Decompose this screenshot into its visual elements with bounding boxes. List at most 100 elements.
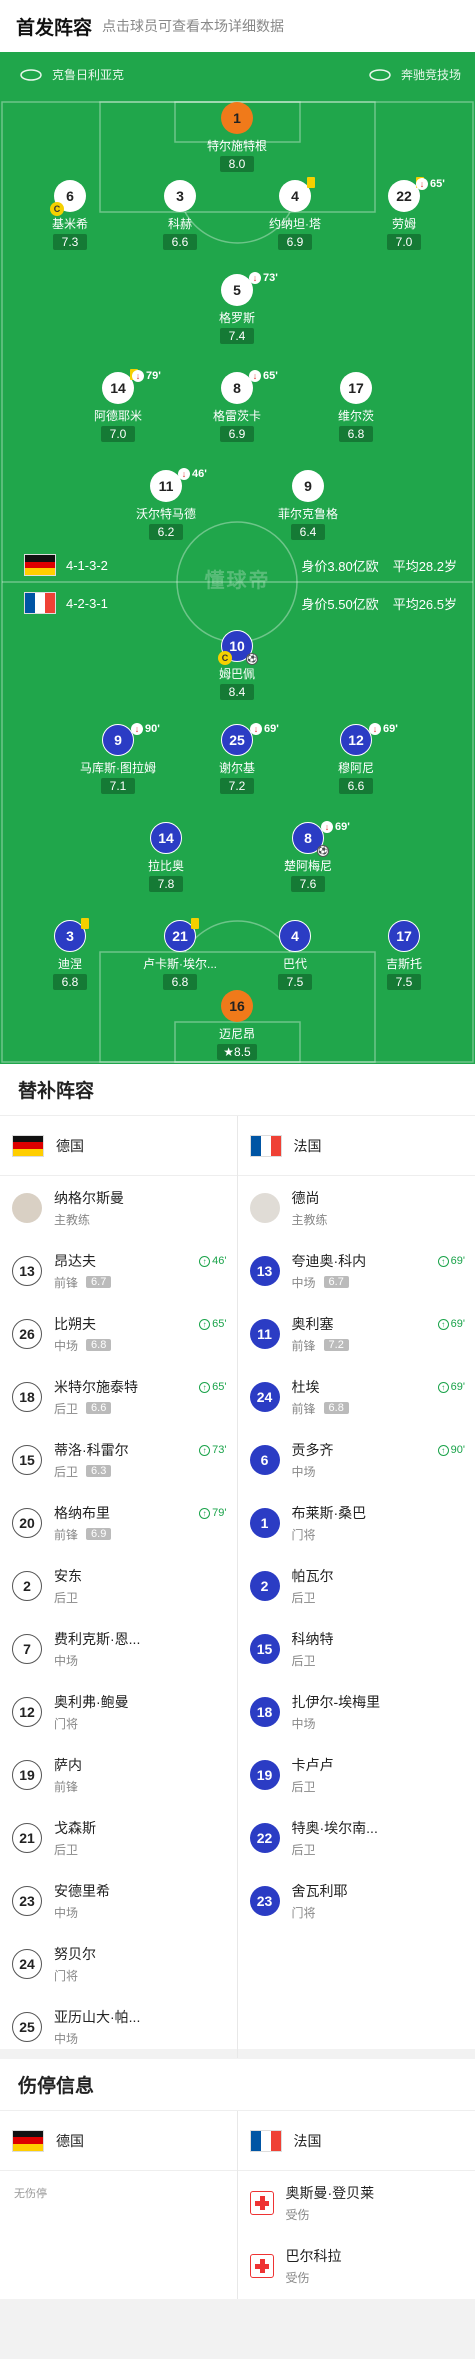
sub-player-name: 努贝尔 xyxy=(54,1945,96,1962)
sub-player-name: 特奥·埃尔南... xyxy=(291,1819,378,1836)
away-value-label: 身价5.50亿欧 xyxy=(301,597,379,612)
player-rating: 8.4 xyxy=(220,684,254,700)
sub-player-name: 杜埃 xyxy=(291,1378,320,1395)
home-formation: 4-1-3-2 xyxy=(24,554,108,576)
sub-player-row[interactable]: 11 奥利塞 前锋 7.2 ↑ 69' xyxy=(238,1302,475,1365)
player-away[interactable]: 25 ↓ 69' 谢尔基 7.2 xyxy=(192,723,282,795)
player-rating: 7.4 xyxy=(220,328,254,344)
sub-player-row[interactable]: 22 特奥·埃尔南... 后卫 xyxy=(238,1806,475,1869)
player-home[interactable]: 9 菲尔克鲁格 6.4 xyxy=(263,470,353,541)
player-rating: 6.8 xyxy=(339,426,373,442)
player-name: 拉比奥 xyxy=(147,859,184,873)
sub-player-row[interactable]: 13 夸迪奥·科内 中场 6.7 ↑ 69' xyxy=(238,1239,475,1302)
player-home[interactable]: 11 ↓ 46' 沃尔特马德 6.2 xyxy=(121,468,211,541)
sub-player-row[interactable]: 23 舍瓦利耶 门将 xyxy=(238,1869,475,1932)
player-away[interactable]: 8 ⚽ ↓ 69' 楚阿梅尼 7.6 xyxy=(263,821,353,893)
player-rating: 6.9 xyxy=(220,426,254,442)
sub-player-number: 24 xyxy=(249,1381,280,1412)
sub-player-row[interactable]: 2 帕瓦尔 后卫 xyxy=(238,1554,475,1617)
sub-player-row[interactable]: 2 安东 后卫 xyxy=(0,1554,237,1617)
player-away[interactable]: 3 迪涅 6.8 xyxy=(25,918,115,991)
sub-player-name: 科纳特 xyxy=(291,1630,334,1647)
away-coach[interactable]: 德尚 主教练 xyxy=(238,1176,475,1239)
injuries-section: 伤停信息 德国 无伤停 法国 奥斯曼·登贝莱 受伤 巴尔科拉 受伤 xyxy=(0,2059,475,2299)
sub-player-position: 后卫 xyxy=(291,1590,316,1605)
sub-player-number: 2 xyxy=(12,1570,42,1601)
sub-player-position: 后卫 xyxy=(54,1401,79,1416)
sub-player-row[interactable]: 20 格纳布里 前锋 6.9 ↑ 79' xyxy=(0,1491,237,1554)
sub-player-row[interactable]: 19 萨内 前锋 xyxy=(0,1743,237,1806)
sub-player-row[interactable]: 13 昂达夫 前锋 6.7 ↑ 46' xyxy=(0,1239,237,1302)
player-name: 特尔施特根 xyxy=(206,139,267,153)
sub-player-name: 萨内 xyxy=(54,1756,82,1773)
yellow-card-icon xyxy=(191,918,199,929)
player-home[interactable]: 8 ↓ 65' 格雷茨卡 6.9 xyxy=(192,370,282,443)
injury-row[interactable]: 巴尔科拉 受伤 xyxy=(238,2234,475,2297)
player-rating: 7.8 xyxy=(149,876,183,892)
player-home[interactable]: 14 ↓ 79' 阿德耶米 7.0 xyxy=(73,369,163,443)
sub-player-number: 18 xyxy=(249,1696,280,1727)
player-away[interactable]: 12 ↓ 69' 穆阿尼 6.6 xyxy=(311,723,401,795)
player-rating-value: 8.5 xyxy=(234,1045,251,1059)
sub-in-icon: ↑ xyxy=(437,1444,449,1456)
sub-player-row[interactable]: 23 安德里希 中场 xyxy=(0,1869,237,1932)
player-away[interactable]: 9 ↓ 90' 马库斯·图拉姆 7.1 xyxy=(73,723,163,795)
lineup-header: 首发阵容 点击球员可查看本场详细数据 xyxy=(0,0,475,52)
sub-player-row[interactable]: 18 扎伊尔-埃梅里 中场 xyxy=(238,1680,475,1743)
player-name: 沃尔特马德 xyxy=(135,507,196,521)
sub-player-position: 门将 xyxy=(291,1905,316,1920)
sub-player-row[interactable]: 26 比朔夫 中场 6.8 ↑ 65' xyxy=(0,1302,237,1365)
sub-player-row[interactable]: 19 卡卢卢 后卫 xyxy=(238,1743,475,1806)
player-rating: 7.5 xyxy=(278,974,312,990)
sub-player-name: 格纳布里 xyxy=(54,1504,110,1521)
player-home[interactable]: 6 C 基米希 7.3 xyxy=(25,180,115,251)
player-number: 25 xyxy=(229,732,245,748)
player-away[interactable]: 10 C ⚽ 姆巴佩 8.4 xyxy=(192,630,282,701)
sub-player-row[interactable]: 18 米特尔施泰特 后卫 6.6 ↑ 65' xyxy=(0,1365,237,1428)
sub-player-row[interactable]: 24 杜埃 前锋 6.8 ↑ 69' xyxy=(238,1365,475,1428)
player-away[interactable]: 14 拉比奥 7.8 xyxy=(121,822,211,893)
sub-player-number: 12 xyxy=(12,1696,42,1727)
sub-out-indicator: ↓ 90' xyxy=(131,723,160,735)
player-name: 姆巴佩 xyxy=(218,667,255,681)
sub-in-time: 69' xyxy=(450,1381,465,1393)
injured-player-name: 奥斯曼·登贝莱 xyxy=(285,2184,375,2201)
sub-player-position: 后卫 xyxy=(291,1842,316,1857)
away-team-name: 法国 xyxy=(293,2132,322,2149)
sub-player-row[interactable]: 21 戈森斯 后卫 xyxy=(0,1806,237,1869)
coach-name: 纳格尔斯曼 xyxy=(54,1189,124,1206)
player-away[interactable]: 4 巴代 7.5 xyxy=(250,920,340,991)
player-home[interactable]: 3 科赫 6.6 xyxy=(135,180,225,251)
player-rating: 6.8 xyxy=(53,974,87,990)
player-home-gk[interactable]: 1 特尔施特根 8.0 xyxy=(192,102,282,173)
sub-player-row[interactable]: 24 努贝尔 门将 xyxy=(0,1932,237,1995)
player-away[interactable]: 21 卢卡斯·埃尔... 6.8 xyxy=(135,918,225,991)
player-home[interactable]: 17 维尔茨 6.8 xyxy=(311,372,401,443)
home-avg-age: 平均28.2岁 xyxy=(392,559,457,574)
stadium-icon xyxy=(369,68,391,81)
captain-badge: C xyxy=(50,202,64,216)
player-away[interactable]: 17 吉斯托 7.5 xyxy=(359,920,449,991)
stadium-row: 克鲁日利亚克 奔驰竞技场 xyxy=(0,62,475,86)
sub-player-position: 前锋 xyxy=(54,1275,79,1290)
sub-player-row[interactable]: 6 贡多齐 中场 ↑ 90' xyxy=(238,1428,475,1491)
sub-player-position: 中场 xyxy=(54,1653,79,1668)
player-name: 穆阿尼 xyxy=(337,761,374,775)
away-stadium: 奔驰竞技场 xyxy=(369,66,461,83)
player-home[interactable]: 4 约纳坦·塔 6.9 xyxy=(250,177,340,251)
player-name: 维尔茨 xyxy=(337,409,374,423)
sub-player-row[interactable]: 15 蒂洛·科雷尔 后卫 6.3 ↑ 73' xyxy=(0,1428,237,1491)
home-team-name: 德国 xyxy=(56,2132,84,2149)
player-away-gk[interactable]: 16 迈尼昂 ★8.5 xyxy=(192,990,282,1061)
sub-player-row[interactable]: 1 布莱斯·桑巴 门将 xyxy=(238,1491,475,1554)
injury-row[interactable]: 奥斯曼·登贝莱 受伤 xyxy=(238,2171,475,2234)
player-home[interactable]: 5 ↓ 73' 格罗斯 7.4 xyxy=(192,272,282,345)
home-team-row: 德国 xyxy=(0,2111,237,2171)
sub-player-row[interactable]: 7 费利克斯·恩... 中场 xyxy=(0,1617,237,1680)
player-home[interactable]: 22 ↓ 65' 劳姆 7.0 xyxy=(359,177,449,251)
sub-player-row[interactable]: 15 科纳特 后卫 xyxy=(238,1617,475,1680)
sub-player-row[interactable]: 12 奥利弗·鲍曼 门将 xyxy=(0,1680,237,1743)
sub-player-row[interactable]: 25 亚历山大·帕... 中场 xyxy=(0,1995,237,2058)
home-coach[interactable]: 纳格尔斯曼 主教练 xyxy=(0,1176,237,1239)
sub-out-icon: ↓ xyxy=(178,468,190,480)
